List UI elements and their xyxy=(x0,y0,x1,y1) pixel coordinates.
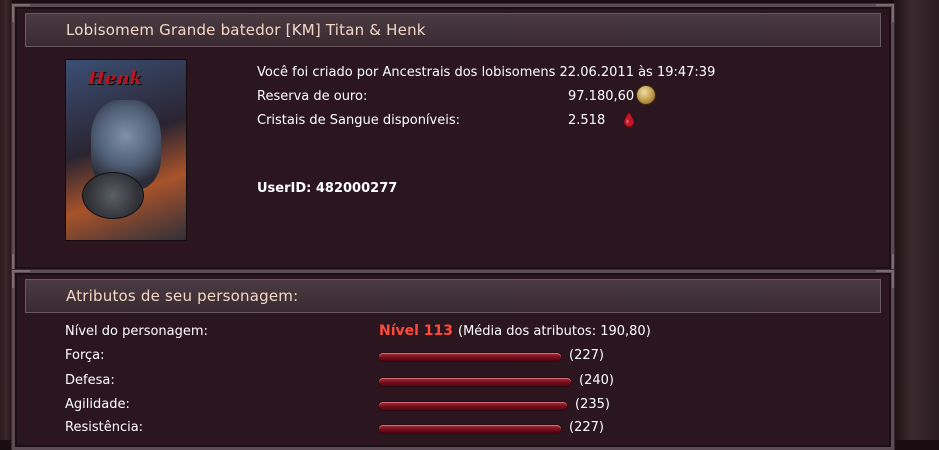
attribute-label-strength: Força: xyxy=(65,348,105,363)
shield-illustration xyxy=(82,172,144,219)
profile-header: Lobisomem Grande batedor [KM] Titan & He… xyxy=(25,13,881,47)
attribute-value-strength: (227) xyxy=(569,348,604,363)
profile-title: Lobisomem Grande batedor [KM] Titan & He… xyxy=(66,21,426,39)
attributes-panel: Atributos de seu personagem: Nível do pe… xyxy=(12,270,894,450)
attribute-value-endurance: (227) xyxy=(569,420,604,435)
attribute-average: (Média dos atributos: 190,80) xyxy=(458,324,651,339)
left-frame xyxy=(0,0,12,440)
character-avatar[interactable]: Henk xyxy=(65,59,187,241)
gold-coins-icon xyxy=(636,85,656,105)
blood-drop-icon xyxy=(624,112,634,127)
crystals-value: 2.518 xyxy=(568,113,606,128)
attribute-bar-strength xyxy=(379,353,561,361)
attribute-label-endurance: Resistência: xyxy=(65,420,144,435)
attribute-value-defense: (240) xyxy=(579,373,614,388)
attribute-label-defense: Defesa: xyxy=(65,373,115,388)
attribute-value-agility: (235) xyxy=(575,397,610,412)
avatar-name: Henk xyxy=(88,68,143,89)
right-frame xyxy=(894,0,939,440)
user-id: UserID: 482000277 xyxy=(257,181,398,196)
level-value: Nível 113 xyxy=(379,323,454,339)
attribute-bar-defense xyxy=(379,378,571,386)
attribute-label-agility: Agilidade: xyxy=(65,397,130,412)
level-label: Nível do personagem: xyxy=(65,324,208,339)
creation-info: Você foi criado por Ancestrais dos lobis… xyxy=(257,65,716,80)
profile-panel: Lobisomem Grande batedor [KM] Titan & He… xyxy=(12,4,894,272)
attributes-header: Atributos de seu personagem: xyxy=(25,279,881,313)
gold-label: Reserva de ouro: xyxy=(257,89,368,104)
gold-value: 97.180,60 xyxy=(568,89,635,104)
attributes-title: Atributos de seu personagem: xyxy=(66,287,299,305)
crystals-label: Cristais de Sangue disponíveis: xyxy=(257,113,460,128)
attribute-bar-endurance xyxy=(379,425,561,433)
attribute-bar-agility xyxy=(379,402,567,410)
